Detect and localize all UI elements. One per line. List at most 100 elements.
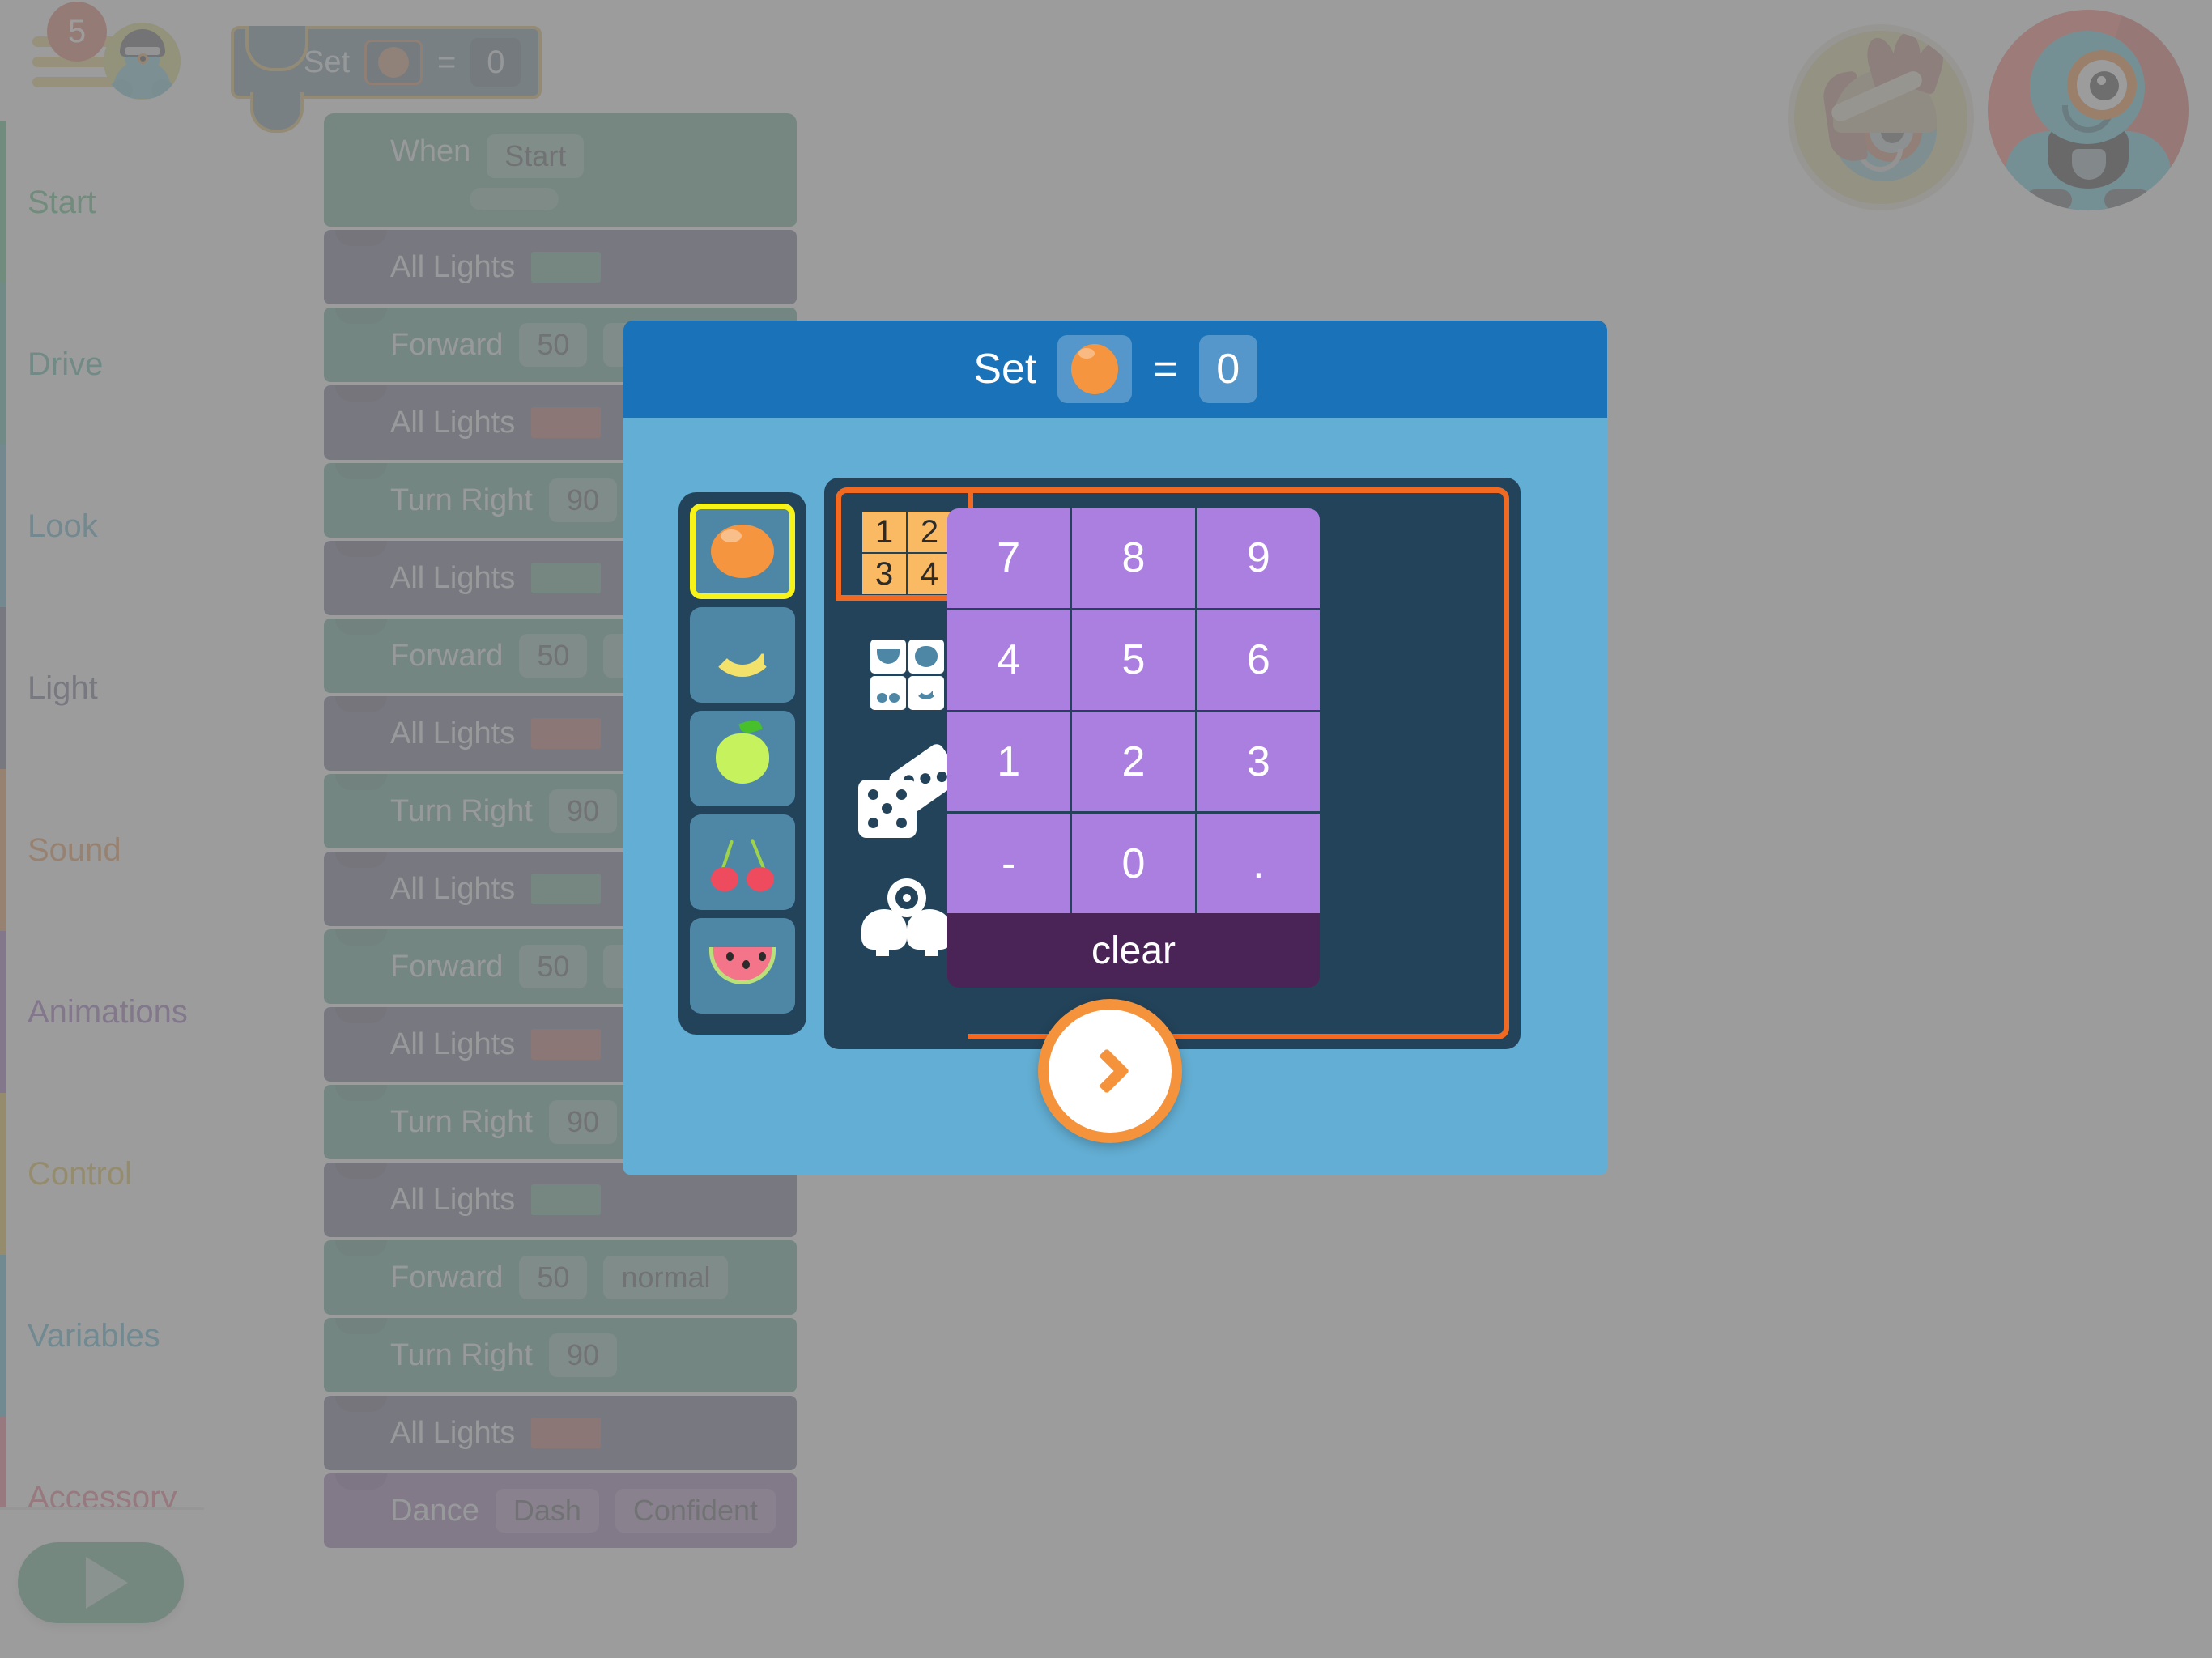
variable-option-orange[interactable]	[690, 504, 795, 599]
block-color-swatch[interactable]	[531, 252, 602, 283]
sidebar-item-variables[interactable]: Variables	[0, 1255, 204, 1417]
block-color-swatch[interactable]	[531, 1418, 602, 1448]
variable-option-banana[interactable]	[690, 607, 795, 703]
sidebar-item-animations[interactable]: Animations	[0, 931, 204, 1093]
variable-option-watermelon[interactable]	[690, 918, 795, 1014]
program-block[interactable]: Turn Right 90	[324, 1318, 797, 1392]
dragged-set-block[interactable]: Set = 0	[231, 26, 542, 133]
block-label: Forward	[390, 327, 504, 362]
dot-robot-avatar[interactable]	[1788, 24, 1974, 210]
keypad-key-1[interactable]: 1	[947, 712, 1070, 812]
block-param[interactable]: 50	[519, 634, 588, 678]
robot-tab-icon	[861, 878, 952, 956]
modal-value-display[interactable]: 0	[1198, 335, 1257, 403]
set-block-label: Set	[304, 45, 351, 79]
program-block[interactable]: When Start	[324, 113, 797, 227]
block-label: Forward	[390, 1260, 504, 1295]
block-color-swatch[interactable]	[531, 1184, 602, 1215]
block-color-swatch[interactable]	[531, 563, 602, 593]
block-color-swatch[interactable]	[531, 1029, 602, 1060]
block-color-swatch[interactable]	[531, 874, 602, 904]
block-param[interactable]: 90	[549, 1333, 618, 1377]
sidebar-item-light[interactable]: Light	[0, 607, 204, 769]
clear-button[interactable]: clear	[947, 913, 1320, 988]
sidebar-accent-bar	[0, 1255, 6, 1417]
block-notch	[335, 1007, 387, 1023]
block-notch	[335, 1396, 387, 1412]
dash-robot-avatar[interactable]	[1988, 10, 2189, 210]
block-color-swatch[interactable]	[531, 407, 602, 438]
block-label: All Lights	[390, 716, 516, 750]
dice-tab-icon	[858, 741, 965, 838]
program-block[interactable]: All Lights	[324, 1396, 797, 1470]
block-param[interactable]: Start	[487, 134, 585, 178]
dash-wheel-right	[2104, 189, 2151, 210]
variable-option-cherries[interactable]	[690, 814, 795, 910]
program-block[interactable]: Dance Dash Confident	[324, 1473, 797, 1548]
keypad-key-3[interactable]: 3	[1197, 712, 1320, 812]
block-notch	[335, 1473, 387, 1490]
modal-set-label: Set	[973, 346, 1037, 393]
avatar-wheel-right	[151, 79, 174, 100]
block-notch	[335, 1085, 387, 1101]
keypad-key-minus[interactable]: -	[947, 814, 1070, 913]
orange-fruit-icon[interactable]	[1057, 335, 1133, 403]
sidebar-item-start[interactable]: Start	[0, 121, 204, 283]
block-label: All Lights	[390, 1027, 516, 1061]
block-notch	[335, 230, 387, 246]
notification-badge[interactable]: 5	[47, 2, 107, 62]
keypad-key-6[interactable]: 6	[1197, 610, 1320, 710]
keypad-key-4[interactable]: 4	[947, 610, 1070, 710]
keypad-key-9[interactable]: 9	[1197, 508, 1320, 608]
keypad-key-5[interactable]: 5	[1072, 610, 1195, 710]
orange-fruit-icon	[711, 525, 774, 578]
block-param[interactable]: 50	[519, 1256, 588, 1299]
block-param[interactable]: 90	[549, 1100, 618, 1144]
block-param[interactable]: Confident	[615, 1489, 776, 1533]
user-avatar[interactable]	[104, 23, 181, 100]
sidebar-item-control[interactable]: Control	[0, 1093, 204, 1255]
block-param[interactable]: normal	[603, 1256, 729, 1299]
set-block-value[interactable]: 0	[470, 38, 521, 87]
keypad-key-8[interactable]: 8	[1072, 508, 1195, 608]
block-label: Turn Right	[390, 483, 533, 517]
sidebar-item-label: Look	[28, 508, 98, 544]
hamburger-line	[32, 77, 117, 87]
block-param[interactable]: 90	[549, 478, 618, 522]
sidebar-item-sound[interactable]: Sound	[0, 769, 204, 931]
block-color-swatch[interactable]	[531, 718, 602, 749]
block-param[interactable]: 50	[519, 323, 588, 367]
keypad-key-7[interactable]: 7	[947, 508, 1070, 608]
keypad-key-dot[interactable]: .	[1197, 814, 1320, 913]
sidebar-item-look[interactable]: Look	[0, 445, 204, 607]
number-keypad-tab-icon: 1 2 3 4	[862, 512, 951, 594]
block-notch	[335, 1318, 387, 1334]
next-button[interactable]	[1038, 999, 1182, 1143]
variable-option-apple[interactable]	[690, 711, 795, 806]
avatar-eye-icon	[138, 53, 148, 64]
program-block[interactable]: All Lights	[324, 230, 797, 304]
modal-equals-label: =	[1153, 346, 1178, 393]
block-empty-slot[interactable]	[470, 188, 559, 210]
block-label: All Lights	[390, 249, 516, 284]
keypad-key-0[interactable]: 0	[1072, 814, 1195, 913]
block-param[interactable]: 50	[519, 945, 588, 988]
block-param[interactable]: 90	[549, 789, 618, 833]
block-notch	[335, 541, 387, 557]
block-label: Forward	[390, 949, 504, 984]
keypad-key-2[interactable]: 2	[1072, 712, 1195, 812]
sidebar-accent-bar	[0, 607, 6, 769]
block-notch	[335, 929, 387, 946]
cherries-fruit-icon	[709, 833, 776, 891]
play-program-button[interactable]	[18, 1542, 184, 1623]
block-param[interactable]: Dash	[495, 1489, 599, 1533]
category-sidebar: Start Drive Look Light Sound Animations Contro…	[0, 121, 204, 1579]
sidebar-item-drive[interactable]: Drive	[0, 283, 204, 445]
sidebar-accent-bar	[0, 1093, 6, 1255]
program-block[interactable]: Forward 50 normal	[324, 1240, 797, 1315]
orange-fruit-icon[interactable]	[364, 40, 423, 85]
block-notch	[335, 308, 387, 324]
block-notch	[335, 696, 387, 712]
sidebar-accent-bar	[0, 769, 6, 931]
block-notch	[335, 463, 387, 479]
